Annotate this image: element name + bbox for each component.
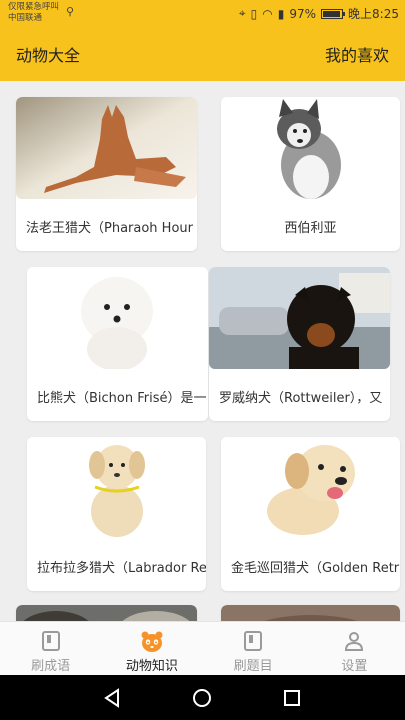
- animal-card[interactable]: 拉布拉多猎犬（Labrador Re: [27, 437, 206, 591]
- recents-icon[interactable]: [281, 687, 303, 709]
- tab-animal-knowledge[interactable]: 动物知识: [101, 622, 202, 675]
- animal-grid[interactable]: 法老王猎犬（Pharaoh Hour 西伯利亚 比熊犬（Bichon Frisé…: [0, 81, 405, 621]
- animal-name: 金毛巡回猎犬（Golden Retr: [231, 560, 400, 576]
- tab-idioms[interactable]: 刷成语: [0, 622, 101, 675]
- wifi-icon: ◠: [262, 6, 273, 21]
- animal-card[interactable]: 法老王猎犬（Pharaoh Hour: [16, 97, 197, 251]
- animal-card[interactable]: [16, 605, 197, 621]
- animal-image: [27, 267, 208, 369]
- animal-card[interactable]: 比熊犬（Bichon Frisé）是一: [27, 267, 208, 421]
- animal-image: [221, 605, 400, 621]
- animal-image: [221, 97, 400, 199]
- page-title: 动物大全: [16, 46, 81, 65]
- signal-icon: ▮: [277, 6, 285, 21]
- tab-label: 设置: [341, 659, 368, 674]
- vibrate-icon: ▯: [250, 6, 258, 21]
- animal-name: 西伯利亚: [284, 220, 337, 236]
- animal-image: [221, 437, 400, 539]
- back-icon[interactable]: [102, 687, 124, 709]
- battery-icon: [321, 8, 346, 19]
- battery-percent: 97%: [289, 6, 317, 21]
- animal-name: 法老王猎犬（Pharaoh Hour: [26, 220, 193, 236]
- tab-quiz[interactable]: 刷题目: [203, 622, 304, 675]
- book-icon: [39, 629, 63, 653]
- battery-fill: [323, 10, 341, 17]
- my-favorites-button[interactable]: 我的喜欢: [325, 42, 389, 66]
- animal-card[interactable]: 金毛巡回猎犬（Golden Retr: [221, 437, 400, 591]
- location-icon: ⌖: [238, 6, 246, 20]
- tab-settings[interactable]: 设置: [304, 622, 405, 675]
- status-time: 晚上8:25: [348, 7, 399, 21]
- status-right: ⌖ ▯ ◠ ▮ 97% 晚上8:25: [239, 5, 399, 22]
- animal-card[interactable]: 西伯利亚: [221, 97, 400, 251]
- tab-label: 动物知识: [125, 659, 178, 674]
- animal-image: [16, 605, 197, 621]
- system-nav-bar: [0, 675, 405, 720]
- carrier-line-1: 仅限紧急呼叫: [8, 2, 60, 12]
- app-bar: 动物大全 我的喜欢: [0, 30, 405, 76]
- book-icon: [241, 629, 265, 653]
- animal-name: 比熊犬（Bichon Frisé）是一: [37, 390, 207, 406]
- panda-icon: [140, 629, 164, 653]
- animal-image: [16, 97, 197, 199]
- tab-label: 刷题目: [233, 659, 273, 674]
- status-bar: 仅限紧急呼叫 中国联通 ⚲ ⌖ ▯ ◠ ▮ 97% 晚上8:25: [0, 0, 405, 28]
- animal-card[interactable]: 罗威纳犬（Rottweiler），又: [209, 267, 390, 421]
- carrier-line-2: 中国联通: [8, 13, 43, 23]
- animal-name: 拉布拉多猎犬（Labrador Re: [37, 560, 206, 576]
- usb-icon: ⚲: [66, 5, 75, 18]
- animal-image: [27, 437, 206, 539]
- home-icon[interactable]: [191, 687, 213, 709]
- animal-card[interactable]: [221, 605, 400, 621]
- bottom-tab-bar: 刷成语 动物知识 刷题目 设置: [0, 621, 405, 675]
- user-icon: [342, 629, 366, 653]
- animal-name: 罗威纳犬（Rottweiler），又: [219, 390, 383, 406]
- tab-label: 刷成语: [31, 659, 71, 674]
- carrier-text: 仅限紧急呼叫 中国联通: [8, 2, 59, 24]
- animal-image: [209, 267, 390, 369]
- top-bar: 仅限紧急呼叫 中国联通 ⚲ ⌖ ▯ ◠ ▮ 97% 晚上8:25 动物大全 我的…: [0, 0, 405, 81]
